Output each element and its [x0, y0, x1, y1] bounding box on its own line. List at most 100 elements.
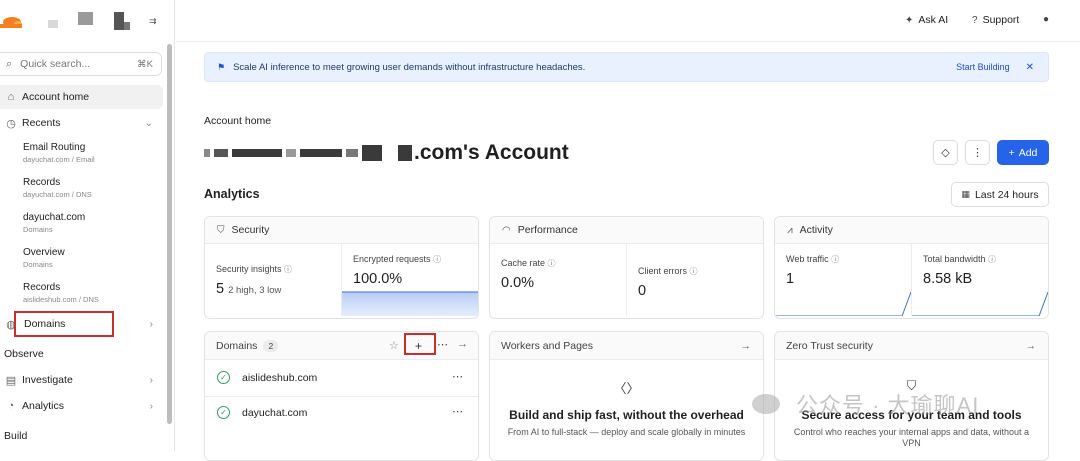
cache-rate-metric[interactable]: Cache rate ⓘ 0.0%	[490, 244, 627, 316]
quick-search-input[interactable]: ⌕ Quick search... ⌘K	[0, 52, 162, 76]
analytics-heading: Analytics	[204, 187, 260, 201]
sidebar-item-investigate[interactable]: ▤ Investigate ›	[0, 369, 163, 391]
recent-item[interactable]: Overview Domains	[23, 247, 65, 269]
start-building-link[interactable]: Start Building	[956, 62, 1010, 72]
metric-label: Cache rate ⓘ	[501, 258, 626, 269]
arrow-right-icon[interactable]: →	[741, 340, 752, 352]
divider	[205, 396, 478, 397]
list-item[interactable]: ✓ aislideshub.com	[217, 371, 317, 384]
metric-label: Client errors ⓘ	[638, 266, 763, 277]
feature-description: Control who reaches your internal apps a…	[793, 427, 1030, 448]
metric-value-text: 5	[216, 281, 225, 297]
help-circle-icon: ?	[972, 14, 978, 26]
star-icon[interactable]: ☆	[389, 339, 399, 352]
switch-account-icon[interactable]: ⇉	[149, 16, 157, 27]
feature-headline: Build and ship fast, without the overhea…	[509, 408, 744, 422]
recent-item-title: dayuchat.com	[23, 212, 86, 223]
recent-item-sub: dayuchat.com / DNS	[23, 190, 92, 199]
metric-value: 0	[638, 283, 647, 299]
web-traffic-metric[interactable]: Web traffic ⓘ 1	[775, 244, 912, 316]
redacted-name-block	[362, 145, 382, 161]
client-errors-metric[interactable]: Client errors ⓘ 0	[627, 244, 763, 316]
add-label: Add	[1018, 146, 1038, 159]
card-header: Workers and Pages →	[490, 332, 763, 360]
recent-item-title: Records	[23, 177, 61, 188]
domain-name[interactable]: aislideshub.com	[242, 372, 317, 384]
activity-card[interactable]: ⩘ Activity Web traffic ⓘ 1 Total bandwid…	[774, 216, 1049, 319]
metrics-row: Cache rate ⓘ 0.0% Client errors ⓘ 0	[490, 244, 763, 316]
search-icon: ⌕	[6, 57, 13, 70]
ask-ai-label: Ask AI	[918, 14, 949, 26]
plus-icon: +	[1008, 146, 1015, 159]
metric-label-text: Encrypted requests	[353, 254, 431, 264]
metric-label: Web traffic ⓘ	[786, 254, 911, 265]
sparkline	[912, 291, 1048, 316]
row-more-icon[interactable]: ⋯	[452, 405, 463, 418]
cloudflare-logo-icon[interactable]	[0, 14, 22, 28]
sparkline	[342, 291, 478, 316]
arrow-right-icon[interactable]: →	[1026, 340, 1037, 352]
workers-pages-card[interactable]: Workers and Pages → 〈〉 Build and ship fa…	[489, 331, 764, 461]
banner-text: Scale AI inference to meet growing user …	[233, 61, 586, 73]
recent-item[interactable]: Records dayuchat.com / DNS	[23, 177, 92, 199]
add-button[interactable]: + Add	[997, 140, 1049, 165]
recent-item-sub: Domains	[23, 225, 53, 234]
redacted-name-block	[398, 145, 412, 161]
time-range-label: Last 24 hours	[974, 188, 1039, 201]
metric-value: 52 high, 3 low	[216, 281, 341, 297]
chevron-right-icon: ›	[149, 400, 153, 412]
row-more-icon[interactable]: ⋯	[452, 370, 463, 383]
support-label: Support	[982, 14, 1020, 26]
recent-item[interactable]: Records aislideshub.com / DNS	[23, 282, 99, 304]
section-label-build: Build	[4, 430, 28, 442]
recent-item-sub: dayuchat.com / Email	[23, 155, 95, 164]
chevron-right-icon: ›	[149, 318, 153, 330]
info-icon: ⓘ	[988, 255, 997, 264]
card-title: Security	[231, 224, 270, 236]
highlight-box-add-domain	[404, 333, 436, 355]
security-insights-metric[interactable]: Security insights ⓘ 52 high, 3 low	[205, 244, 342, 316]
user-menu-button[interactable]: ●	[1043, 14, 1054, 25]
watermark: 公众号 · 大瑜聊AI	[752, 388, 979, 420]
info-icon: ⓘ	[284, 265, 293, 274]
chart-pie-icon: ◔	[7, 400, 15, 412]
encrypted-requests-metric[interactable]: Encrypted requests ⓘ 100.0%	[342, 244, 478, 316]
performance-card[interactable]: ◠ Performance Cache rate ⓘ 0.0% Client e…	[489, 216, 764, 319]
security-card[interactable]: ⛉ Security Security insights ⓘ 52 high, …	[204, 216, 479, 319]
recent-item[interactable]: dayuchat.com Domains	[23, 212, 85, 234]
list-item[interactable]: ✓ dayuchat.com	[217, 406, 307, 419]
ask-ai-button[interactable]: ✦ Ask AI	[905, 14, 948, 26]
card-title: Performance	[517, 224, 578, 236]
sidebar-item-analytics[interactable]: ◔ Analytics ›	[0, 395, 163, 417]
tag-button[interactable]: ◇	[933, 140, 958, 165]
top-bar: ✦ Ask AI ? Support ●	[176, 0, 1080, 42]
metrics-row: Web traffic ⓘ 1 Total bandwidth ⓘ 8.58 k…	[775, 244, 1048, 316]
sidebar-scrollbar[interactable]	[167, 44, 172, 424]
more-options-button[interactable]: ⋮	[965, 140, 990, 165]
sidebar-item-label: Analytics	[22, 400, 65, 412]
code-icon: 〈〉	[613, 381, 640, 396]
more-horizontal-icon[interactable]: ⋯	[437, 338, 448, 351]
search-shortcut: ⌘K	[137, 58, 153, 70]
redacted-name-block	[232, 149, 282, 157]
close-icon[interactable]: ✕	[1026, 62, 1034, 73]
domain-name[interactable]: dayuchat.com	[242, 407, 307, 419]
sidebar-item-recents[interactable]: ◷ Recents ⌄	[0, 112, 163, 134]
sidebar-item-account-home[interactable]: ⌂ Account home	[0, 85, 163, 109]
check-circle-icon: ✓	[217, 406, 230, 419]
promo-banner: ⚑ Scale AI inference to meet growing use…	[204, 52, 1049, 82]
chevron-down-icon: ⌄	[144, 117, 153, 129]
redacted-account-block	[78, 12, 93, 25]
metric-label-text: Web traffic	[786, 254, 829, 264]
recent-item[interactable]: Email Routing dayuchat.com / Email	[23, 142, 95, 164]
redacted-account-block	[48, 20, 58, 28]
total-bandwidth-metric[interactable]: Total bandwidth ⓘ 8.58 kB	[912, 244, 1048, 316]
arrow-right-icon[interactable]: →	[457, 338, 468, 350]
info-icon: ⓘ	[689, 267, 698, 276]
time-range-button[interactable]: ▦ Last 24 hours	[951, 182, 1049, 207]
breadcrumb: Account home	[204, 115, 272, 127]
metrics-row: Security insights ⓘ 52 high, 3 low Encry…	[205, 244, 478, 316]
user-icon: ●	[1043, 14, 1050, 25]
metric-label: Security insights ⓘ	[216, 264, 341, 275]
support-button[interactable]: ? Support	[972, 14, 1019, 26]
